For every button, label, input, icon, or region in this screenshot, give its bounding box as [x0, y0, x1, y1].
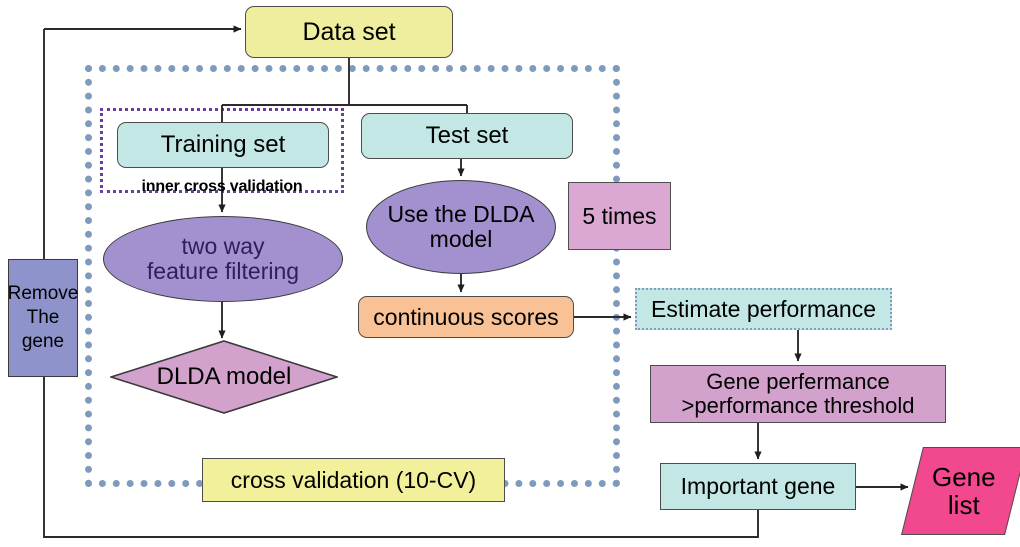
- node-two-way-line-1: two way: [181, 233, 265, 260]
- node-important-gene[interactable]: Important gene: [660, 463, 856, 510]
- node-use-dlda-line-2: model: [429, 226, 493, 252]
- node-estimate-performance[interactable]: Estimate performance: [635, 288, 892, 330]
- node-five-times-label: 5 times: [582, 202, 657, 229]
- node-gene-performance-line-2: >performance threshold: [681, 393, 915, 418]
- node-dlda-model-label: DLDA model: [156, 363, 292, 391]
- node-gene-list[interactable]: Gene list: [901, 447, 1020, 535]
- node-remove-gene-line-3: gene: [21, 331, 65, 353]
- node-dlda-model[interactable]: DLDA model: [110, 340, 338, 414]
- node-remove-the-gene[interactable]: Remove The gene: [8, 259, 78, 377]
- node-use-dlda-line-1: Use the DLDA: [387, 201, 535, 228]
- node-remove-gene-line-1: Remove: [7, 282, 79, 304]
- node-data-set-label: Data set: [302, 17, 396, 46]
- node-important-gene-label: Important gene: [680, 473, 836, 500]
- node-two-way-feature-filtering[interactable]: two way feature filtering: [103, 216, 343, 302]
- node-estimate-performance-label: Estimate performance: [651, 295, 876, 322]
- flowchart-canvas: Data set Training set inner cross valida…: [0, 0, 1020, 547]
- node-training-set[interactable]: Training set: [117, 122, 329, 168]
- node-cross-validation-label: cross validation (10-CV): [230, 466, 477, 493]
- node-data-set[interactable]: Data set: [245, 6, 453, 58]
- inner-cross-validation-label: inner cross validation: [141, 178, 303, 195]
- node-gene-list-line-2: list: [948, 490, 980, 520]
- node-gene-performance-line-1: Gene perfermance: [706, 369, 890, 395]
- node-gene-performance-threshold[interactable]: Gene perfermance >performance threshold: [650, 365, 946, 423]
- node-cross-validation[interactable]: cross validation (10-CV): [202, 458, 505, 502]
- node-test-set-label: Test set: [425, 122, 509, 150]
- node-test-set[interactable]: Test set: [361, 113, 573, 159]
- node-training-set-label: Training set: [160, 131, 286, 159]
- node-five-times[interactable]: 5 times: [568, 182, 671, 250]
- node-gene-list-line-1: Gene: [932, 461, 996, 492]
- node-gene-list-text: Gene list: [932, 461, 996, 520]
- node-continuous-scores[interactable]: continuous scores: [358, 296, 574, 338]
- node-remove-gene-line-2: The: [26, 306, 60, 328]
- node-use-the-dlda-model[interactable]: Use the DLDA model: [366, 180, 556, 274]
- node-continuous-scores-label: continuous scores: [373, 303, 559, 330]
- node-two-way-line-2: feature filtering: [146, 258, 300, 284]
